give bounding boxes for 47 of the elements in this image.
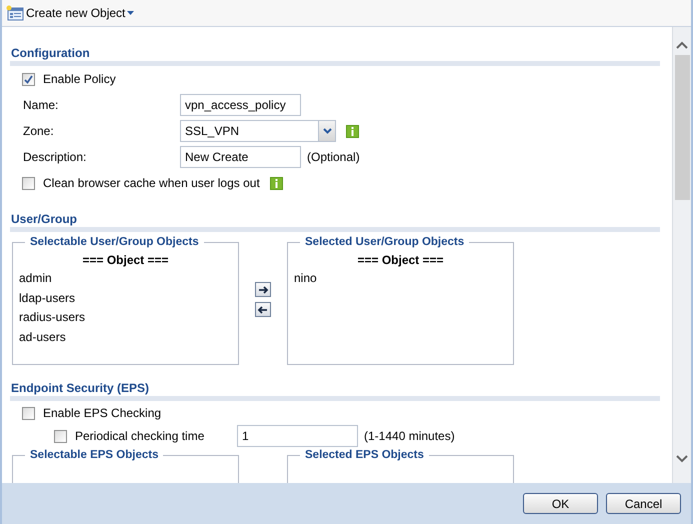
scroll-thumb[interactable] [674,55,690,200]
checkbox[interactable] [22,72,35,86]
checkbox-label: Enable EPS Checking [43,405,162,422]
hint-text: (1-1440 minutes) [364,428,455,445]
group-legend: Selectable EPS Objects [25,449,164,462]
scroll-down-icon[interactable] [676,455,688,463]
dialog-button[interactable]: Cancel [606,493,681,514]
section-heading: Endpoint Security (EPS) [10,380,150,396]
info-icon[interactable] [346,124,359,138]
list-item[interactable]: radius-users [19,308,232,328]
list-item[interactable]: admin [19,269,232,288]
hint-text: (Optional) [307,149,360,166]
chevron-down-icon [322,128,332,134]
list-header: === Object === [81,252,170,269]
input-field[interactable]: vpn_access_policy [180,94,301,116]
caret-icon [127,10,134,16]
list-header: === Object === [356,252,445,269]
form-icon [6,5,24,21]
list-item[interactable]: nino [294,269,507,288]
list-item[interactable]: ldap-users [19,288,232,308]
object-list[interactable]: Selectable User/Group Objects === Object === admin ldap-users radius-users ad-users [12,236,239,365]
group-legend: Selectable User/Group Objects [25,236,204,249]
move-left-button[interactable] [255,302,271,317]
input-field[interactable]: New Create [180,146,301,168]
field-label: Zone: [23,123,54,140]
checkbox[interactable] [22,176,35,190]
checkbox-label: Clean browser cache when user logs out [43,175,260,192]
scroll-up-icon[interactable] [676,41,688,49]
move-right-button[interactable] [255,282,271,297]
object-list[interactable]: Selected User/Group Objects === Object === nino [287,236,514,365]
field-label: Name: [23,97,58,114]
dialog-button[interactable]: OK [523,493,598,514]
group-legend: Selected User/Group Objects [300,236,470,249]
group-legend: Selected EPS Objects [300,449,429,462]
checkbox[interactable] [22,406,35,420]
checkbox[interactable] [54,430,67,442]
section-heading: User/Group [10,211,78,227]
create-object-menu[interactable]: Create new Object [26,4,134,22]
input-field[interactable]: 1 [237,425,358,447]
scrollbar[interactable] [672,27,691,483]
zone-dropdown[interactable]: SSL_VPN [180,120,336,142]
section-heading: Configuration [10,45,91,61]
field-label: Description: [23,149,86,166]
list-item[interactable]: ad-users [19,328,232,347]
checkbox-label: Periodical checking time [75,428,204,445]
checkbox-label: Enable Policy [43,71,116,88]
info-icon[interactable] [270,176,283,190]
